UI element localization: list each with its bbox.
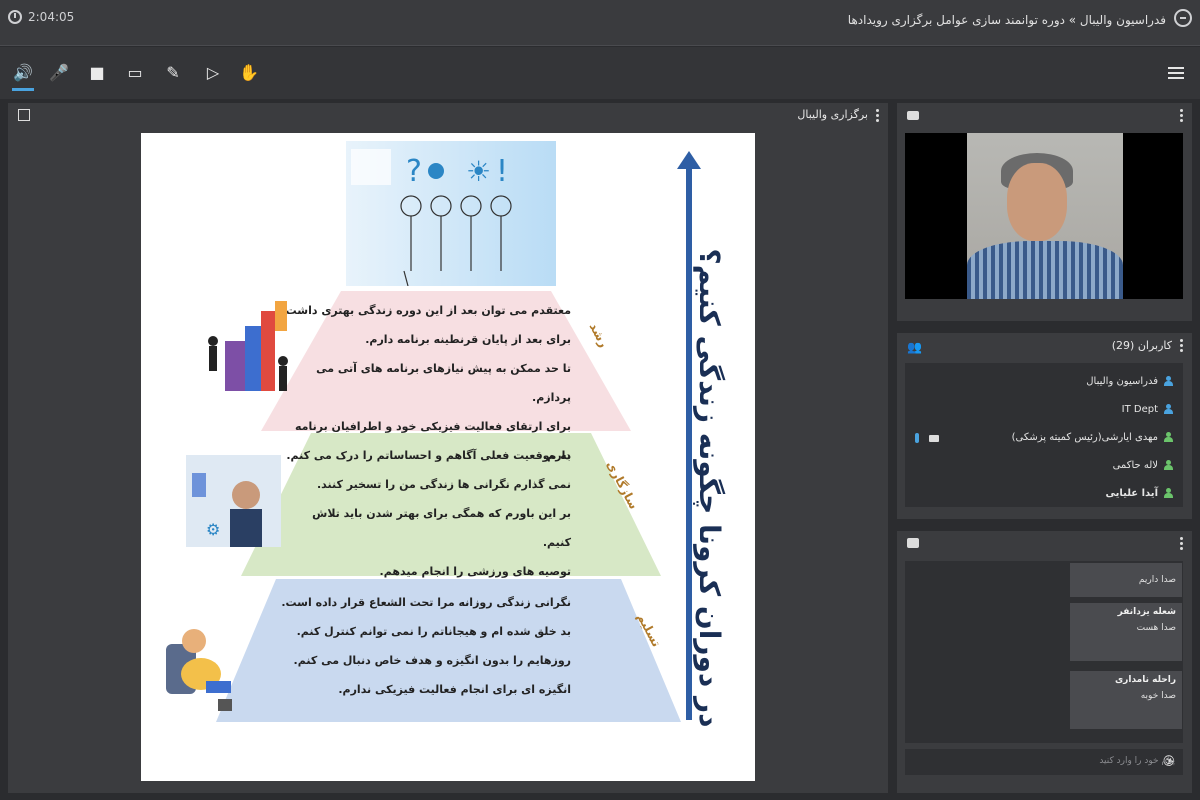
chat-message: راحله نامداری صدا خوبه [1070,671,1182,729]
webcam-video [905,133,1183,299]
svg-text:?: ? [406,154,422,189]
mic-icon [915,433,919,443]
growth-line: تا حد ممکن به پیش نیازهای برنامه های آتی… [316,362,571,404]
vertical-title: در دوران کرونا چگونه زندگی کنیم؟ [693,228,726,748]
minimize-icon[interactable] [1174,9,1192,27]
vertical-title-text: در دوران کرونا چگونه زندگی کنیم؟ [693,248,726,728]
chat-panel: صدا داریم شعله یزدانفر صدا هست راحله نام… [897,531,1192,793]
speaker-icon[interactable]: 🔊 [12,63,34,91]
chat-message-text: صدا هست [1136,623,1176,633]
surrender-line: نگرانی زندگی روزانه مرا تحت الشعاع قرار … [281,596,571,609]
presentation-panel: برگزاری والیبال ? ☀ ! معتقدم می توان بعد… [8,103,888,793]
title-bar: 2:04:05 فدراسیون والیبال » دوره توانمند … [0,0,1200,46]
user-icon [1164,432,1173,442]
mic-muted-icon[interactable]: 🎤 [48,63,70,83]
webcam-panel [897,103,1192,321]
adaptation-line: بر این باورم که همگی برای بهتر شدن باید … [312,507,571,549]
webcam-header [897,103,1192,129]
users-header: 👥 کاربران (29) [897,333,1192,359]
more-options-icon[interactable] [1180,109,1184,123]
chat-sender: راحله نامداری [1114,675,1176,685]
users-count: کاربران (29) [1111,339,1172,352]
list-item[interactable]: IT Dept [1122,399,1173,419]
thinking-people-illustration: ? ☀ ! [346,141,556,287]
svg-text:☀: ☀ [466,155,491,188]
tired-person-illustration [156,619,241,714]
raise-hand-icon[interactable]: ✋ [238,63,260,83]
hamburger-icon[interactable] [1168,67,1184,79]
breadcrumb: فدراسیون والیبال » دوره توانمند سازی عوا… [847,13,1166,27]
user-icon [1164,376,1173,386]
chat-input[interactable]: ➤ ☺ پیام خود را وارد کنید [905,749,1183,775]
presenter-video [967,133,1123,299]
growth-line: برای بعد از پایان قرنطینه برنامه دارم. [365,333,571,346]
surrender-line: بد خلق شده ام و هیجاناتم را نمی توانم کن… [296,625,571,638]
adaptation-line: نمی گذارم نگرانی ها زندگی من را تسخیر کن… [317,478,571,491]
surrender-text: نگرانی زندگی روزانه مرا تحت الشعاع قرار … [281,588,571,704]
chat-icon [907,538,919,548]
chat-sender: شعله یزدانفر [1117,607,1176,617]
list-item[interactable]: آیدا علیایی [1105,483,1173,503]
present-icon[interactable] [18,109,30,121]
more-options-icon[interactable] [876,109,880,123]
teamwork-illustration [203,301,293,401]
camera-icon [907,111,919,120]
list-item[interactable]: لاله حاکمی [1113,455,1173,475]
users-panel: 👥 کاربران (29) فدراسیون والیبال IT Dept … [897,333,1192,519]
chat-input-placeholder: پیام خود را وارد کنید [1099,756,1175,766]
camera-icon [929,435,939,442]
surrender-line: روزهایم را بدون انگیزه و هدف خاص دنبال م… [293,654,571,667]
user-name: آیدا علیایی [1105,487,1159,499]
session-timer: 2:04:05 [8,10,74,24]
presentation-title: برگزاری والیبال [797,108,868,121]
adaptation-text: به موقعیت فعلی آگاهم و احساساتم را درک م… [281,441,571,586]
chat-message: صدا داریم [1070,563,1182,597]
chat-messages: صدا داریم شعله یزدانفر صدا هست راحله نام… [905,561,1183,743]
clock-icon [8,10,22,24]
surrender-line: انگیزه ای برای انجام فعالیت فیزیکی ندارم… [338,683,571,696]
present-icon[interactable]: ▷ [202,63,224,83]
adaptation-line: توصیه های ورزشی را انجام میدهم. [379,565,571,578]
screen-share-icon[interactable]: ▭ [124,63,146,83]
more-options-icon[interactable] [1180,339,1184,353]
upward-arrow [686,165,692,720]
chat-message-text: صدا داریم [1138,575,1176,585]
user-icon [1164,488,1173,498]
chat-message: شعله یزدانفر صدا هست [1070,603,1182,661]
svg-text:!: ! [496,154,508,189]
growth-line: معتقدم می توان بعد از این دوره زندگی بهت… [281,304,571,317]
thinking-man-illustration: ⚙ [186,455,281,547]
user-list: فدراسیون والیبال IT Dept مهدی ایارشی(رئی… [905,363,1183,507]
more-options-icon[interactable] [1180,537,1184,551]
presentation-header: برگزاری والیبال [8,103,888,129]
users-icon: 👥 [907,340,922,354]
camera-icon[interactable]: ■ [86,63,108,83]
user-icon [1164,404,1173,414]
chat-message-text: صدا خوبه [1140,691,1176,701]
list-item[interactable]: مهدی ایارشی(رئیس کمیته پزشکی) [1012,427,1173,447]
session-time: 2:04:05 [28,10,75,24]
adaptation-line: به موقعیت فعلی آگاهم و احساساتم را درک م… [286,449,571,462]
user-name: فدراسیون والیبال [1086,375,1158,387]
user-name: لاله حاکمی [1112,459,1158,471]
user-name: مهدی ایارشی(رئیس کمیته پزشکی) [1011,431,1158,443]
user-name: IT Dept [1121,403,1158,415]
svg-text:⚙: ⚙ [206,520,220,539]
user-icon [1164,460,1173,470]
chat-header [897,531,1192,557]
list-item[interactable]: فدراسیون والیبال [1086,371,1173,391]
toolbar: 🔊 🎤 ■ ▭ ✎ ▷ ✋ [0,47,1200,99]
slide: ? ☀ ! معتقدم می توان بعد از این دوره زند… [141,133,755,781]
brush-icon[interactable]: ✎ [162,63,184,83]
arrow-head [677,151,701,169]
